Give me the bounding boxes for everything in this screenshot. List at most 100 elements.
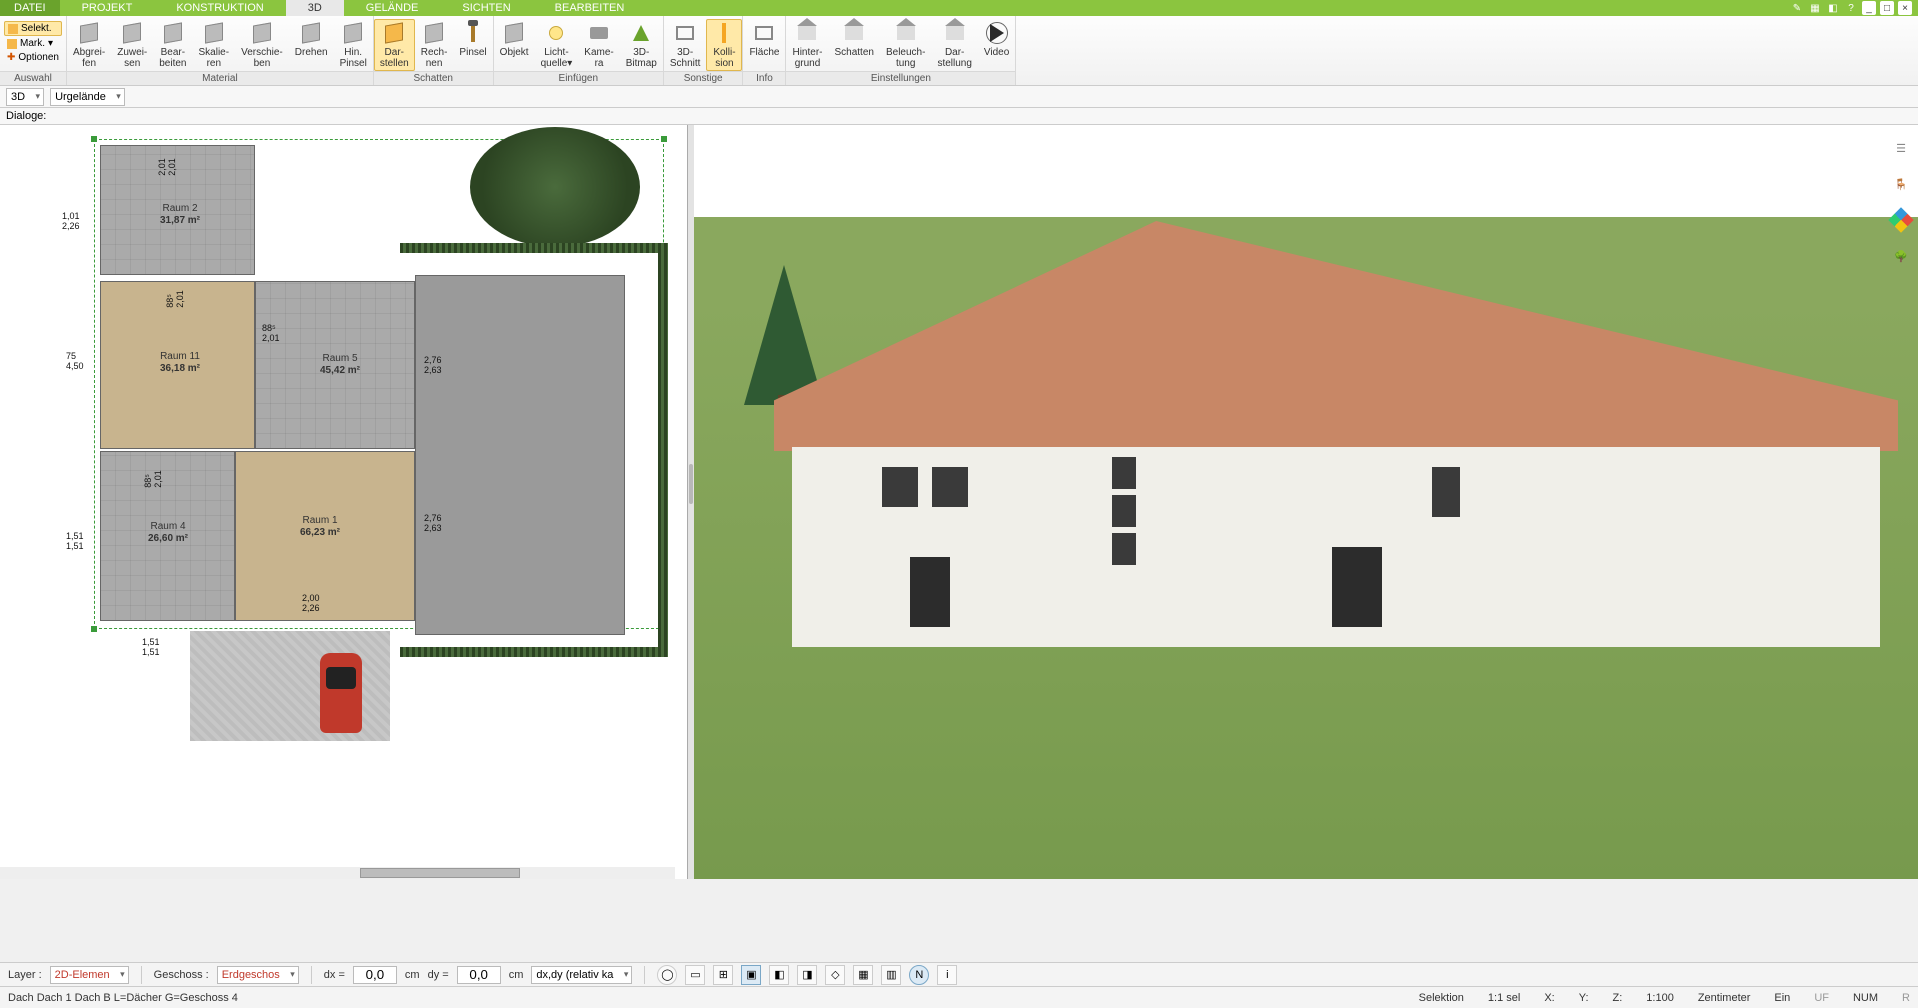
video-button[interactable]: Video: [978, 19, 1015, 60]
schatten-darstellen-button[interactable]: Dar- stellen: [374, 19, 415, 71]
status-y: Y:: [1579, 992, 1589, 1004]
darstellung-button[interactable]: Dar- stellung: [931, 19, 977, 71]
snap-icon-5[interactable]: ◧: [769, 965, 789, 985]
tool-icon-3[interactable]: ◧: [1826, 1, 1840, 15]
snap-icon-9[interactable]: ▥: [881, 965, 901, 985]
tab-konstruktion[interactable]: KONSTRUKTION: [154, 0, 285, 16]
sub-toolbar: 3D Urgelände: [0, 86, 1918, 108]
hintergrund-button[interactable]: Hinter- grund: [786, 19, 828, 71]
lichtquelle-button[interactable]: Licht- quelle▾: [535, 19, 579, 71]
3d-viewport[interactable]: ☰ 🪑 🌳: [694, 125, 1918, 879]
hin-pinsel-button[interactable]: Hin. Pinsel: [334, 19, 373, 71]
room-5-label: Raum 545,42 m²: [290, 353, 390, 377]
mode-combo[interactable]: 3D: [6, 88, 44, 106]
layer-select[interactable]: 2D-Elemen: [50, 966, 129, 984]
dy-label: dy =: [428, 969, 449, 981]
verschieben-button[interactable]: Verschie- ben: [235, 19, 289, 71]
maximize-icon[interactable]: □: [1880, 1, 1894, 15]
kamera-button[interactable]: Kame- ra: [578, 19, 619, 71]
tab-3d[interactable]: 3D: [286, 0, 344, 16]
layer-combo[interactable]: Urgelände: [50, 88, 125, 106]
coord-mode-select[interactable]: dx,dy (relativ ka: [531, 966, 632, 984]
tree-icon: [470, 127, 640, 247]
close-icon[interactable]: ×: [1898, 1, 1912, 15]
dx-input[interactable]: [353, 966, 397, 984]
ribbon: Selekt. Mark. ▾ ✚Optionen Auswahl Abgrei…: [0, 16, 1918, 86]
geschoss-select[interactable]: Erdgeschos: [217, 966, 299, 984]
minimize-icon[interactable]: _: [1862, 1, 1876, 15]
snap-icon-10[interactable]: i: [937, 965, 957, 985]
group-label-einstellungen: Einstellungen: [786, 71, 1015, 85]
tool-icon-2[interactable]: ▦: [1808, 1, 1822, 15]
set-schatten-button[interactable]: Schatten: [828, 19, 879, 60]
optionen-button[interactable]: ✚Optionen: [4, 51, 62, 64]
status-scale: 1:100: [1646, 992, 1674, 1004]
house-model: [774, 221, 1898, 759]
h-scroll-thumb[interactable]: [360, 868, 520, 878]
h-scrollbar[interactable]: [0, 867, 675, 879]
zuweisen-button[interactable]: Zuwei- sen: [111, 19, 153, 71]
status-z: Z:: [1613, 992, 1623, 1004]
abgreifen-button[interactable]: Abgrei- fen: [67, 19, 111, 71]
group-label-info: Info: [743, 71, 785, 85]
objekt-button[interactable]: Objekt: [494, 19, 535, 60]
snap-icon-2[interactable]: ▭: [685, 965, 705, 985]
layers-icon[interactable]: ☰: [1890, 137, 1912, 159]
dialoge-bar: Dialoge:: [0, 108, 1918, 125]
snap-icon-1[interactable]: ◯: [657, 965, 677, 985]
geschoss-label: Geschoss :: [154, 969, 209, 981]
selekt-button[interactable]: Selekt.: [4, 21, 62, 36]
dim-10: 2,002,26: [302, 593, 320, 613]
beleuchtung-button[interactable]: Beleuch- tung: [880, 19, 931, 71]
group-label-schatten: Schatten: [374, 71, 493, 85]
help-icon[interactable]: ?: [1844, 1, 1858, 15]
dim-11: 1,511,51: [142, 637, 160, 657]
chair-icon[interactable]: 🪑: [1890, 173, 1912, 195]
palette-icon[interactable]: [1890, 209, 1912, 231]
snap-icon-7[interactable]: ◇: [825, 965, 845, 985]
tool-icon-1[interactable]: ✎: [1790, 1, 1804, 15]
kollision-button[interactable]: Kolli- sion: [706, 19, 742, 71]
status-x: X:: [1544, 992, 1554, 1004]
status-bar: Dach Dach 1 Dach B L=Dächer G=Geschoss 4…: [0, 986, 1918, 1008]
terrace[interactable]: [415, 275, 625, 635]
snap-icon-3[interactable]: ⊞: [713, 965, 733, 985]
room-2-label: Raum 231,87 m²: [135, 203, 225, 227]
dy-unit: cm: [509, 969, 524, 981]
flaeche-button[interactable]: Fläche: [743, 19, 785, 60]
group-label-auswahl: Auswahl: [0, 71, 66, 85]
floorplan-viewport[interactable]: Raum 231,87 m² Raum 1136,18 m² Raum 545,…: [0, 125, 688, 879]
schatten-rechnen-button[interactable]: Rech- nen: [415, 19, 454, 71]
tab-datei[interactable]: DATEI: [0, 0, 60, 16]
bearbeiten-button[interactable]: Bear- beiten: [153, 19, 192, 71]
dy-input[interactable]: [457, 966, 501, 984]
snap-icon-8[interactable]: ▦: [853, 965, 873, 985]
right-sidebar: ☰ 🪑 🌳: [1890, 137, 1912, 267]
tree-icon[interactable]: 🌳: [1890, 245, 1912, 267]
snap-icon-n[interactable]: N: [909, 965, 929, 985]
layer-label: Layer :: [8, 969, 42, 981]
status-left: Dach Dach 1 Dach B L=Dächer G=Geschoss 4: [8, 992, 238, 1004]
status-sel: Selektion: [1419, 992, 1464, 1004]
3d-bitmap-button[interactable]: 3D- Bitmap: [620, 19, 663, 71]
snap-icon-6[interactable]: ◨: [797, 965, 817, 985]
tab-gelaende[interactable]: GELÄNDE: [344, 0, 441, 16]
ribbon-group-einstellungen: Hinter- grund Schatten Beleuch- tung Dar…: [786, 16, 1016, 85]
main-split: Raum 231,87 m² Raum 1136,18 m² Raum 545,…: [0, 125, 1918, 879]
status-num: NUM: [1853, 992, 1878, 1004]
snap-icon-4[interactable]: ▣: [741, 965, 761, 985]
status-ratio: 1:1 sel: [1488, 992, 1520, 1004]
drehen-button[interactable]: Drehen: [289, 19, 334, 60]
ribbon-group-sonstige: 3D- Schnitt Kolli- sion Sonstige: [664, 16, 744, 85]
skalieren-button[interactable]: Skalie- ren: [193, 19, 236, 71]
dim-4: 2,762,63: [424, 355, 442, 375]
tab-projekt[interactable]: PROJEKT: [60, 0, 155, 16]
schatten-pinsel-button[interactable]: Pinsel: [453, 19, 492, 60]
tab-bearbeiten[interactable]: BEARBEITEN: [533, 0, 647, 16]
3d-schnitt-button[interactable]: 3D- Schnitt: [664, 19, 707, 71]
ribbon-group-schatten: Dar- stellen Rech- nen Pinsel Schatten: [374, 16, 494, 85]
tab-sichten[interactable]: SICHTEN: [440, 0, 532, 16]
dx-unit: cm: [405, 969, 420, 981]
mark-button[interactable]: Mark. ▾: [4, 37, 62, 50]
dim-8: 88⁵2,01: [143, 470, 163, 488]
